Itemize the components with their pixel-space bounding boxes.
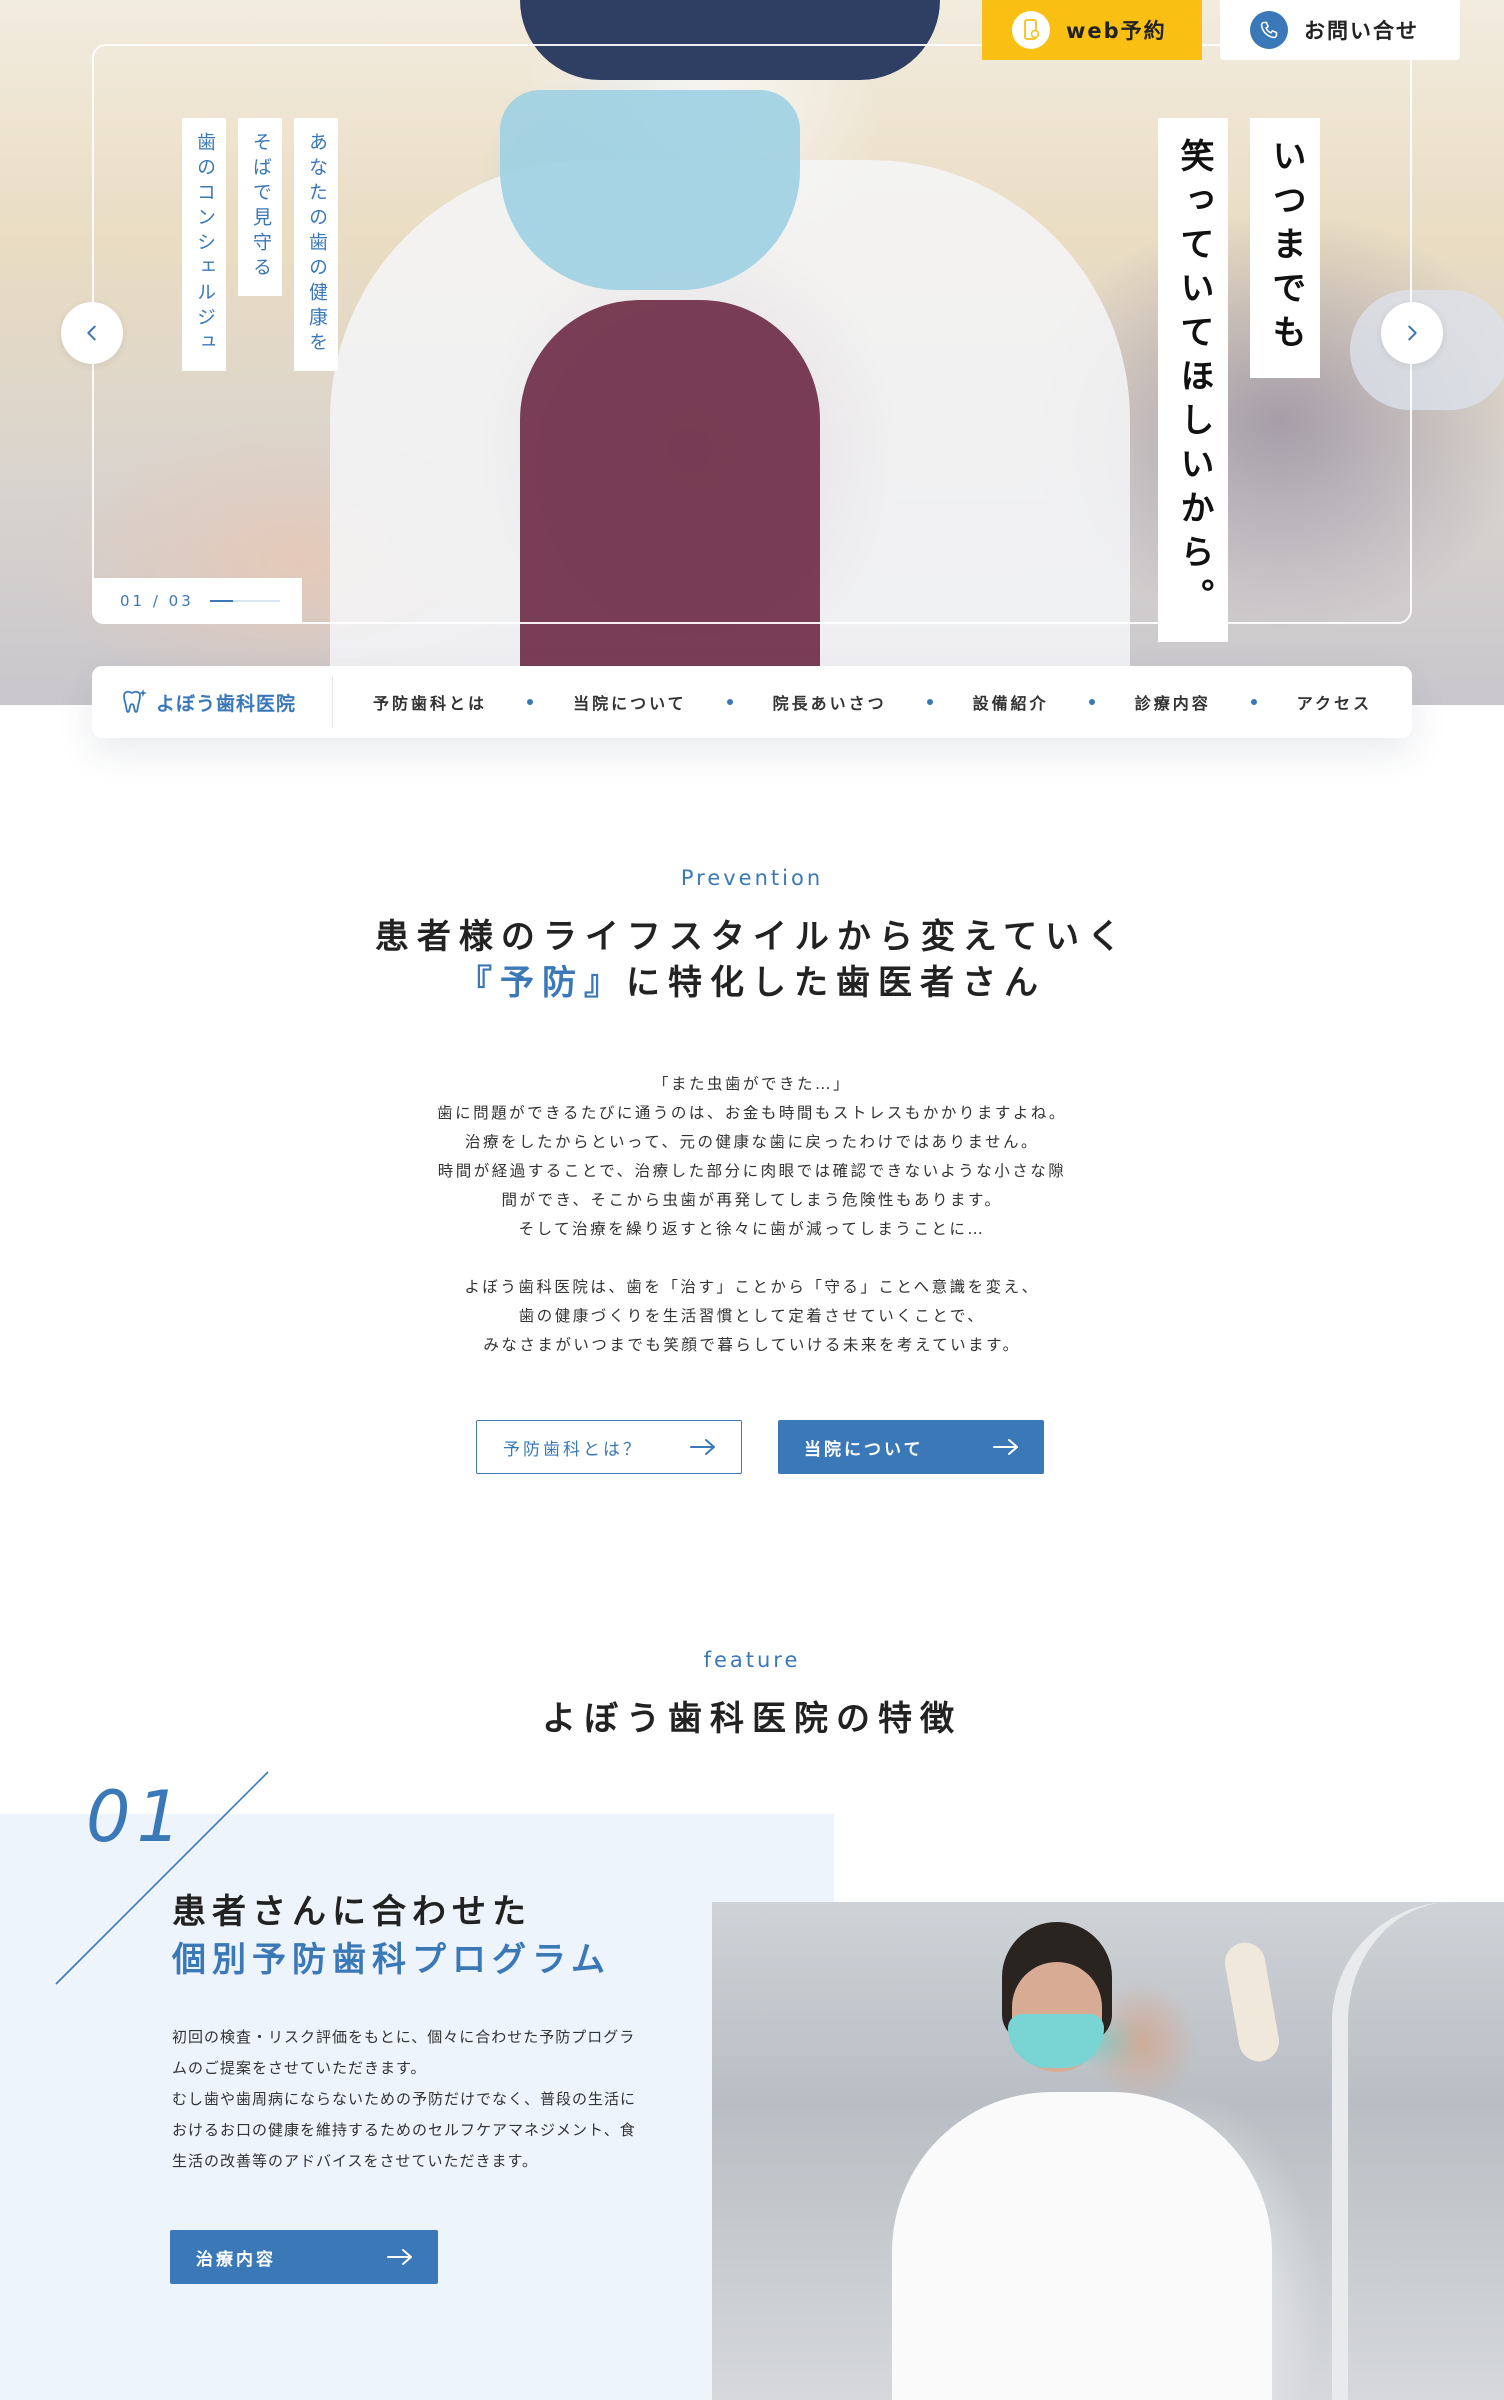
body-line: むし歯や歯周病にならないための予防だけでなく、普段の生活に xyxy=(172,2090,637,2108)
slide-progress-fill xyxy=(209,600,234,602)
body-line: 生活の改善等のアドバイスをさせていただきます。 xyxy=(172,2152,539,2170)
prevention-title: 患者様のライフスタイルから変えていく 『予防』に特化した歯医者さん xyxy=(0,914,1504,1006)
smartphone-icon xyxy=(1012,11,1050,49)
tooth-icon xyxy=(123,689,147,713)
arrow-right-icon xyxy=(993,1439,1018,1455)
chevron-left-icon xyxy=(87,325,96,341)
feature-photo-lamp xyxy=(1332,1902,1504,2400)
global-nav: よぼう歯科医院 予防歯科とは 当院について 院長あいさつ 設備紹介 診療内容 ア… xyxy=(92,666,1412,738)
prevention-paragraph-1: 「また虫歯ができた…」 歯に問題ができるたびに通うのは、お金も時間もストレスもか… xyxy=(352,1070,1152,1244)
prevention-title-line2: に特化した歯医者さん xyxy=(626,963,1046,1003)
chevron-right-icon xyxy=(1408,325,1417,341)
prevention-body: 「また虫歯ができた…」 歯に問題ができるたびに通うのは、お金も時間もストレスもか… xyxy=(352,1070,1152,1389)
hero-tagline-small-3: 歯のコンシェルジュ xyxy=(182,118,226,371)
hero-tagline-small-2: そばで見守る xyxy=(238,118,282,296)
feature-body: 初回の検査・リスク評価をもとに、個々に合わせた予防プログラ ムのご提案をさせてい… xyxy=(172,2022,652,2177)
feature-title: よぼう歯科医院の特徴 xyxy=(542,1699,962,1739)
body-line: おけるお口の健康を維持するためのセルフケアマネジメント、食 xyxy=(172,2121,636,2139)
body-line: 「また虫歯ができた…」 xyxy=(652,1075,851,1093)
nav-item-treatment[interactable]: 診療内容 xyxy=(1135,690,1211,714)
nav-item-about[interactable]: 当院について xyxy=(573,690,687,714)
site-logo-text: よぼう歯科医院 xyxy=(156,692,297,715)
feature-photo xyxy=(712,1902,1504,2400)
nav-items: 予防歯科とは 当院について 院長あいさつ 設備紹介 診療内容 アクセス xyxy=(333,690,1412,714)
hero-tagline-small-1: あなたの歯の健康を xyxy=(294,118,338,371)
prevention-label: Prevention xyxy=(680,866,824,890)
feature-number: 01 xyxy=(86,1776,188,1858)
nav-separator-dot xyxy=(726,699,733,705)
body-line: ムのご提案をさせていただきます。 xyxy=(172,2059,427,2077)
contact-button[interactable]: お問い合せ xyxy=(1220,0,1460,60)
treatment-button-label: 治療内容 xyxy=(196,2249,276,2270)
slider-next-button[interactable] xyxy=(1381,302,1443,364)
hero-slider: 歯のコンシェルジュ そばで見守る あなたの歯の健康を 笑っていてほしいから。 い… xyxy=(0,0,1504,705)
feature-heading-line2: 個別予防歯科プログラム xyxy=(172,1940,611,1980)
nav-item-prevention[interactable]: 予防歯科とは xyxy=(373,690,487,714)
nav-item-greeting[interactable]: 院長あいさつ xyxy=(773,690,887,714)
body-line: 初回の検査・リスク評価をもとに、個々に合わせた予防プログラ xyxy=(172,2028,636,2046)
nav-item-equipment[interactable]: 設備紹介 xyxy=(973,690,1049,714)
treatment-button[interactable]: 治療内容 xyxy=(170,2230,438,2284)
about-prevention-button[interactable]: 予防歯科とは？ xyxy=(476,1420,742,1474)
feature-heading-line1: 患者さんに合わせた xyxy=(172,1892,532,1932)
body-line: 歯の健康づくりを生活習慣として定着させていくことで、 xyxy=(518,1307,986,1325)
about-clinic-button[interactable]: 当院について xyxy=(778,1420,1044,1474)
feature-photo-arm xyxy=(1221,1939,1283,2065)
phone-icon xyxy=(1250,11,1288,49)
about-clinic-label: 当院について xyxy=(804,1439,924,1460)
slide-progress-bar xyxy=(209,600,280,602)
site-logo[interactable]: よぼう歯科医院 xyxy=(92,676,334,728)
nav-separator-dot xyxy=(527,699,534,705)
body-line: 間ができ、そこから虫歯が再発してしまう危険性もあります。 xyxy=(501,1191,1003,1209)
web-reserve-button[interactable]: web予約 xyxy=(982,0,1202,60)
nav-separator-dot xyxy=(1088,699,1095,705)
body-line: そして治療を繰り返すと徐々に歯が減ってしまうことに… xyxy=(518,1220,986,1238)
prevention-title-accent: 『予防』 xyxy=(458,963,626,1003)
feature-heading: 患者さんに合わせた 個別予防歯科プログラム xyxy=(172,1888,611,1984)
feature-label: feature xyxy=(703,1648,801,1672)
slide-counter: 01 / 03 xyxy=(92,578,302,624)
slide-counter-text: 01 / 03 xyxy=(120,592,194,610)
slider-prev-button[interactable] xyxy=(61,302,123,364)
body-line: みなさまがいつまでも笑顔で暮らしていける未来を考えています。 xyxy=(483,1336,1021,1354)
feature-photo-coat xyxy=(892,2092,1272,2400)
body-line: よぼう歯科医院は、歯を「治す」ことから「守る」ことへ意識を変え、 xyxy=(464,1278,1040,1296)
hero-tagline-big-1: いつまでも xyxy=(1250,118,1320,378)
web-reserve-label: web予約 xyxy=(1066,19,1167,43)
arrow-right-icon xyxy=(690,1439,715,1455)
nav-separator-dot xyxy=(1250,699,1257,705)
prevention-paragraph-2: よぼう歯科医院は、歯を「治す」ことから「守る」ことへ意識を変え、 歯の健康づくり… xyxy=(352,1273,1152,1360)
prevention-title-line1: 患者様のライフスタイルから変えていく xyxy=(374,917,1130,957)
nav-separator-dot xyxy=(926,699,933,705)
body-line: 治療をしたからといって、元の健康な歯に戻ったわけではありません。 xyxy=(465,1133,1039,1151)
nav-item-access[interactable]: アクセス xyxy=(1297,690,1372,714)
arrow-right-icon xyxy=(387,2249,412,2265)
body-line: 時間が経過することで、治療した部分に肉眼では確認できないような小さな隙 xyxy=(437,1162,1067,1180)
contact-label: お問い合せ xyxy=(1304,19,1419,43)
body-line: 歯に問題ができるたびに通うのは、お金も時間もストレスもかかりますよね。 xyxy=(437,1104,1067,1122)
about-prevention-label: 予防歯科とは？ xyxy=(503,1439,643,1460)
hero-tagline-big-2: 笑っていてほしいから。 xyxy=(1158,118,1228,642)
feature-photo-mask xyxy=(1008,2014,1104,2068)
